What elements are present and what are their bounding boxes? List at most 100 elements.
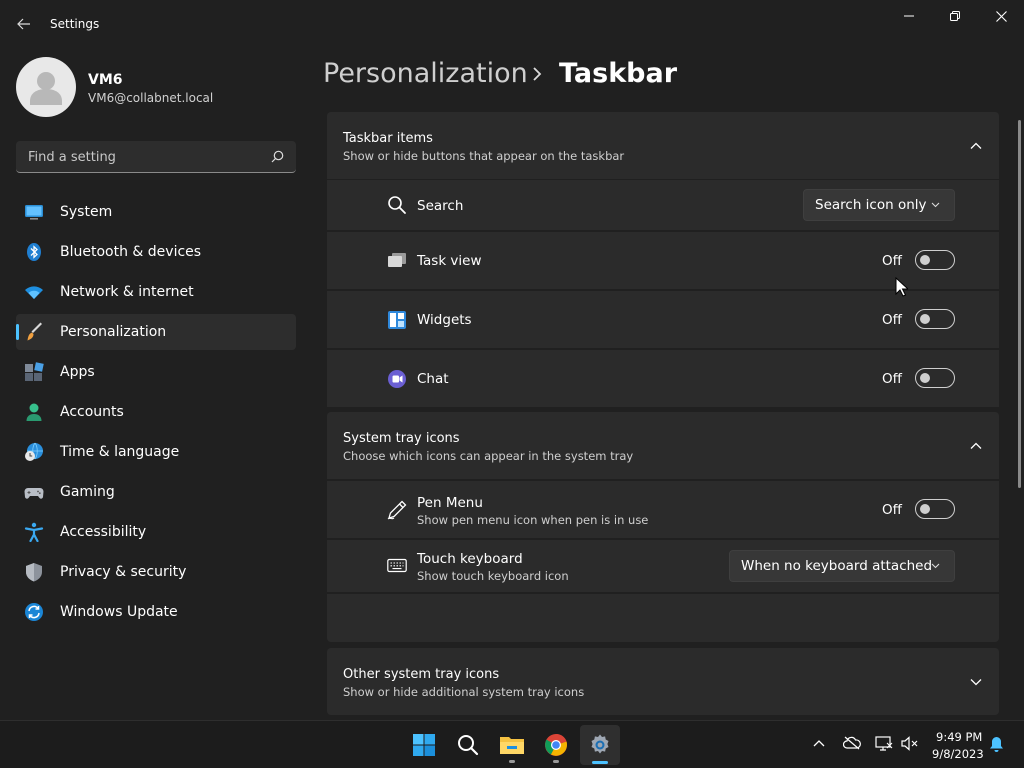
widgets-icon	[388, 311, 406, 329]
settings-taskbar-button[interactable]	[580, 725, 620, 765]
close-button[interactable]	[978, 0, 1024, 32]
sidebar-item-label: Accounts	[60, 404, 124, 420]
title-bar: Settings	[0, 0, 1024, 48]
user-email: VM6@collabnet.local	[88, 91, 214, 105]
system-icon	[25, 205, 43, 220]
show-hidden-icons-chevron-icon[interactable]	[813, 739, 825, 747]
task-view-toggle[interactable]	[915, 250, 955, 270]
apps-icon	[25, 362, 44, 381]
search-icon	[388, 196, 406, 214]
person-icon	[26, 403, 42, 421]
start-button[interactable]	[404, 725, 444, 765]
back-button[interactable]	[8, 10, 40, 38]
file-explorer-button[interactable]	[492, 725, 532, 765]
chevron-down-icon	[931, 202, 940, 208]
taskbar-items-header[interactable]: Taskbar items Show or hide buttons that …	[327, 112, 999, 179]
settings-search-box[interactable]	[16, 141, 296, 173]
pen-menu-toggle[interactable]	[915, 499, 955, 519]
sidebar-item-label: Network & internet	[60, 284, 194, 300]
empty-row	[327, 594, 999, 642]
chevron-down-icon	[931, 563, 940, 569]
gamepad-icon	[24, 488, 44, 499]
chrome-button[interactable]	[536, 725, 576, 765]
dropdown-value: Search icon only	[815, 197, 927, 213]
toggle-knob	[920, 255, 930, 265]
start-icon	[413, 734, 435, 756]
keyboard-icon	[387, 558, 407, 573]
setting-label: Task view	[417, 253, 482, 269]
sidebar-item-system[interactable]: System	[16, 194, 296, 230]
avatar[interactable]	[16, 57, 76, 117]
toggle-knob	[920, 373, 930, 383]
taskbar-date[interactable]: 9/8/2023	[932, 747, 984, 761]
toggle-state-label: Off	[882, 253, 902, 269]
back-arrow-icon	[17, 18, 30, 30]
sidebar-item-label: System	[60, 204, 113, 220]
chrome-icon	[545, 733, 567, 756]
search-mode-dropdown[interactable]: Search icon only	[803, 189, 955, 221]
sidebar-item-accessibility[interactable]: Accessibility	[16, 514, 296, 550]
update-icon	[25, 603, 43, 621]
notification-bell-icon[interactable]	[989, 736, 1004, 753]
toggle-state-label: Off	[882, 502, 902, 518]
sidebar-item-label: Windows Update	[60, 604, 178, 620]
taskbar-time[interactable]: 9:49 PM	[936, 730, 982, 744]
chat-toggle[interactable]	[915, 368, 955, 388]
user-silhouette-icon	[30, 72, 62, 105]
toggle-knob	[920, 314, 930, 324]
sidebar-item-windows-update[interactable]: Windows Update	[16, 594, 296, 630]
section-title: Taskbar items	[343, 131, 433, 146]
section-subtitle: Show or hide buttons that appear on the …	[343, 149, 625, 163]
sidebar-item-personalization[interactable]: Personalization	[16, 314, 296, 350]
restore-icon	[950, 11, 960, 21]
system-tray-header[interactable]: System tray icons Choose which icons can…	[327, 412, 999, 479]
settings-search-input[interactable]	[26, 141, 270, 173]
shield-icon	[26, 563, 42, 582]
sidebar-item-apps[interactable]: Apps	[16, 354, 296, 390]
sidebar-item-time-language[interactable]: Time & language	[16, 434, 296, 470]
section-subtitle: Choose which icons can appear in the sys…	[343, 449, 634, 463]
breadcrumb-chevron-icon	[533, 67, 542, 81]
search-setting-row: Search Search icon only	[327, 180, 999, 230]
chat-icon	[388, 370, 406, 388]
task-view-icon	[388, 253, 406, 267]
setting-label: Chat	[417, 371, 449, 387]
restore-button[interactable]	[932, 0, 978, 32]
sidebar-item-label: Personalization	[60, 324, 167, 340]
sidebar-item-label: Apps	[60, 364, 95, 380]
sidebar-item-privacy[interactable]: Privacy & security	[16, 554, 296, 590]
widgets-row: Widgets Off	[327, 291, 999, 348]
chevron-down-icon[interactable]	[969, 675, 983, 689]
network-icon[interactable]	[875, 736, 893, 751]
widgets-toggle[interactable]	[915, 309, 955, 329]
content-scrollbar[interactable]	[1018, 120, 1021, 488]
sidebar-item-label: Bluetooth & devices	[60, 244, 202, 260]
onedrive-offline-icon[interactable]	[843, 736, 861, 750]
chevron-up-icon[interactable]	[969, 439, 983, 453]
window-title: Settings	[50, 17, 100, 31]
sidebar-item-accounts[interactable]: Accounts	[16, 394, 296, 430]
brush-icon	[27, 322, 42, 341]
setting-description: Show pen menu icon when pen is in use	[417, 513, 649, 527]
setting-label: Search	[417, 198, 464, 214]
sidebar-item-network[interactable]: Network & internet	[16, 274, 296, 310]
taskbar-search-button[interactable]	[448, 725, 488, 765]
sidebar-nav: System Bluetooth & devices Network & int…	[16, 194, 296, 634]
magnifier-icon[interactable]	[271, 150, 284, 163]
minimize-icon	[904, 15, 914, 17]
chevron-up-icon[interactable]	[969, 139, 983, 153]
volume-muted-icon[interactable]	[901, 736, 919, 751]
setting-description: Show touch keyboard icon	[417, 569, 569, 583]
pen-icon	[387, 500, 407, 520]
accessibility-icon	[24, 522, 44, 542]
sidebar-item-gaming[interactable]: Gaming	[16, 474, 296, 510]
toggle-state-label: Off	[882, 312, 902, 328]
pen-menu-row: Pen Menu Show pen menu icon when pen is …	[327, 481, 999, 538]
touch-keyboard-dropdown[interactable]: When no keyboard attached	[729, 550, 955, 582]
other-tray-header[interactable]: Other system tray icons Show or hide add…	[327, 648, 999, 715]
minimize-button[interactable]	[886, 0, 932, 32]
sidebar-item-bluetooth[interactable]: Bluetooth & devices	[16, 234, 296, 270]
breadcrumb-parent[interactable]: Personalization	[323, 58, 528, 89]
toggle-state-label: Off	[882, 371, 902, 387]
setting-label: Touch keyboard	[417, 551, 523, 567]
